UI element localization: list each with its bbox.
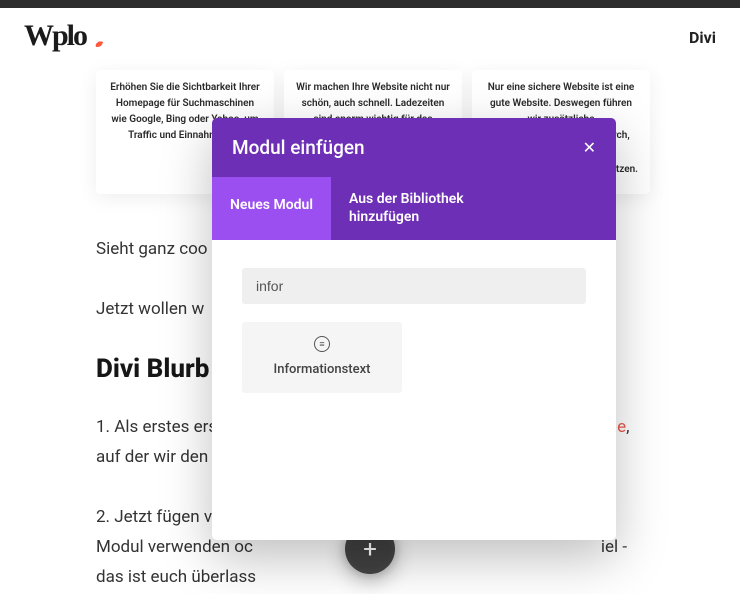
tab-from-library[interactable]: Aus der Bibliothek hinzufügen [331,177,511,240]
logo[interactable]: Wplo [24,20,108,54]
modal-header: Modul einfügen ✕ [212,118,616,177]
modal-title: Modul einfügen [232,136,365,159]
article-text: 2. Jetzt fügen v [96,507,212,527]
article-text: 1. Als erstes ers [96,417,217,437]
wplo-logo-svg: Wplo [24,20,108,54]
article-link[interactable]: e [617,417,626,437]
module-option-label: Informationstext [250,362,394,377]
modal-body: ≡ Informationstext [212,240,616,540]
info-icon: ≡ [314,336,330,352]
module-option-informationstext[interactable]: ≡ Informationstext [242,322,402,393]
modal-tabs: Neues Modul Aus der Bibliothek hinzufüge… [212,177,616,240]
svg-text:Wplo: Wplo [24,20,87,52]
browser-chrome-strip [0,0,740,8]
info-icon-glyph: ≡ [319,339,324,350]
article-text: Sieht ganz coo [96,239,208,259]
article-text: Jetzt wollen w [96,299,204,319]
tab-new-module[interactable]: Neues Modul [212,177,331,240]
close-icon[interactable]: ✕ [583,140,596,156]
module-search-input[interactable] [242,268,586,304]
site-header: Wplo Divi [0,8,740,74]
nav-link-divi[interactable]: Divi [689,28,716,47]
insert-module-modal: Modul einfügen ✕ Neues Modul Aus der Bib… [212,118,616,540]
